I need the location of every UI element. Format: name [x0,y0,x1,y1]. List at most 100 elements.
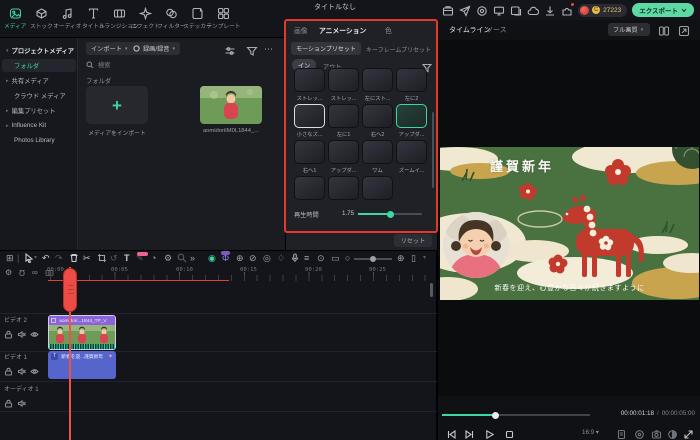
zoom-icon[interactable] [177,253,187,266]
history-icon[interactable]: ○ [345,253,350,264]
mask-icon[interactable]: ◉ [208,253,216,264]
preset-small-zoom[interactable]: 小さなズ... [294,104,325,138]
mute-icon[interactable] [17,395,26,408]
tab-motion-presets[interactable]: モーションプリセット [291,42,361,55]
preset-stretch-2[interactable]: ストレッ... [328,68,359,102]
denoise-icon[interactable]: ⊘ [249,253,257,264]
play-icon[interactable] [484,427,495,440]
undo-icon[interactable]: ↶ [42,253,50,264]
resize-icon[interactable] [683,427,694,439]
expand-icon[interactable] [678,24,690,37]
mic-icon[interactable] [290,253,300,266]
text-icon[interactable]: T [124,253,130,264]
stabilize-icon[interactable]: ⊕ [236,253,244,264]
search-input[interactable]: 検索 [86,60,111,69]
preset-up-down[interactable]: アップダ... [328,140,359,174]
import-media-tile[interactable]: + [86,86,148,124]
zoom-slider[interactable] [354,255,392,262]
tab-image[interactable]: 画像 [294,25,308,35]
preset-zoom-in[interactable]: ズームイ... [396,140,427,174]
seek-handle[interactable] [492,411,499,419]
frame-export-icon[interactable]: ▭ [331,253,340,264]
nav-effects[interactable]: エフェクト [131,6,159,30]
title-clip[interactable]: T 新春を迎...謹賀新年 ✦ [48,351,116,379]
share-icon[interactable] [459,4,471,17]
plugins-icon[interactable] [561,3,575,16]
duration-slider[interactable] [358,210,422,218]
eye-icon[interactable] [30,363,39,374]
quality-selector[interactable]: フル画質 ▾ [608,23,650,36]
more-tools-icon[interactable]: » [190,253,195,264]
contrast-icon[interactable] [667,427,678,439]
sidebar-item-photos-library[interactable]: Photos Library [2,134,76,147]
sidebar-item-edit-presets[interactable]: ▸ 編集プリセット [2,104,76,117]
tab-timeline-preview[interactable]: タイムライン [449,25,491,35]
tab-animation[interactable]: アニメーション [319,25,366,35]
cursor-icon[interactable] [24,252,34,266]
track-height-icon[interactable]: ▯ [411,253,416,264]
funnel-icon[interactable] [246,44,258,56]
speed-icon[interactable]: ◔ [151,253,156,264]
more-icon[interactable]: ⋯ [264,44,276,56]
magnet-icon[interactable]: Ω [19,268,25,277]
preset-left-2[interactable]: 左に2 [396,68,427,102]
video-clip[interactable]: aomidori...1844_TP_V [48,315,116,350]
track-gear-icon[interactable]: ⚙ [5,268,12,277]
sidebar-item-folder[interactable]: フォルダ [2,59,76,72]
trash-icon[interactable] [69,253,79,266]
sidebar-item-shared-media[interactable]: ▸ 共有メディア [2,74,76,87]
nav-media[interactable]: メディア [3,7,27,30]
aspect-ratio-selector[interactable]: 16:9 ▾ [582,429,599,436]
preset-up-down-selected[interactable]: アップダ... [396,104,427,138]
capture-icon[interactable] [476,4,488,16]
step-forward-icon[interactable] [464,427,475,440]
render-icon[interactable] [634,427,645,439]
display-icon[interactable] [493,4,505,16]
chevron-down-icon[interactable]: ▾ [34,253,37,264]
record-icon[interactable]: ⊙ [317,253,325,264]
lock-icon[interactable] [4,363,13,376]
panel-scrollbar[interactable] [432,112,434,188]
slider-handle[interactable] [387,210,394,218]
tab-keyframe-presets[interactable]: キーフレームプリセット [366,45,434,54]
media-library-icon[interactable] [510,4,522,16]
rotate-icon[interactable]: ↺ [110,253,118,264]
nav-transition[interactable]: トランジション [99,7,139,30]
playhead-handle[interactable] [63,268,77,312]
credits-badge[interactable]: C 27223 [578,3,628,17]
redo-icon[interactable]: ↷ [55,253,63,264]
nav-sticker[interactable]: ステッカー [183,7,211,30]
import-button[interactable]: インポート ▾ [86,42,133,55]
lock-icon[interactable] [4,326,13,339]
nav-stock[interactable]: ストック [29,7,53,30]
lock-icon[interactable] [4,395,13,408]
nav-filter[interactable]: フィルター [157,7,185,30]
settings-icon[interactable]: ⚙ [164,253,172,264]
seek-bar[interactable] [442,411,590,419]
script-icon[interactable] [616,427,627,440]
crop-icon[interactable] [97,253,107,266]
eye-icon[interactable] [30,326,39,337]
zoom-fit-icon[interactable]: ⊕ [397,253,405,264]
reset-button[interactable]: リセット [394,234,432,247]
timeline-scrollbar[interactable] [430,283,433,297]
stop-icon[interactable] [504,427,515,439]
preset-wham[interactable]: ワム [362,140,393,174]
nav-template[interactable]: テンプレート [206,7,240,30]
zoom-slider-handle[interactable] [370,255,376,262]
skip-back-icon[interactable] [446,427,457,440]
preset-stretch-1[interactable]: ストレッ... [294,68,325,102]
tab-source-preview[interactable]: ソース [486,25,507,35]
preset-stretch-left[interactable]: 左にスト... [362,68,393,102]
split-icon[interactable]: ✂ [83,253,91,264]
nav-audio[interactable]: オーディオ [53,7,81,30]
storage-icon[interactable] [442,4,454,16]
snapshot-icon[interactable] [651,427,662,439]
preset-partial-3[interactable] [362,176,393,200]
media-item-thumbnail[interactable] [200,86,262,124]
sliders-icon[interactable] [224,44,236,56]
tab-color[interactable]: 色 [385,25,392,35]
mixer-icon[interactable]: ≡ [304,253,309,264]
sidebar-item-cloud-media[interactable]: クラウド メディア [2,89,76,102]
sidebar-item-project-media[interactable]: ▾ プロジェクトメディア [2,44,76,57]
